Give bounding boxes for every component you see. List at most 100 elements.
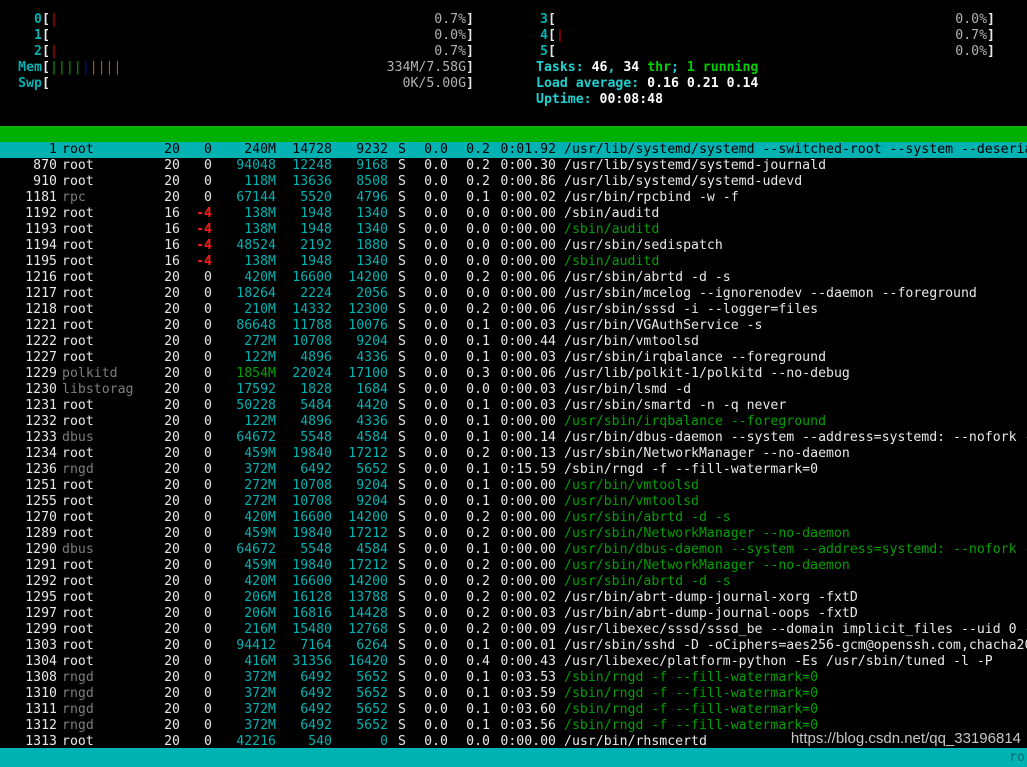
cell-command: /usr/bin/abrt-dump-journal-oops -fxtD	[564, 606, 858, 621]
table-row[interactable]: 1181 rpc 20 0 67144 5520 4796 S 0.0 0.1 0:00.02/us…	[0, 190, 1027, 206]
cell-time: 0:00.13	[500, 446, 556, 461]
cell-pid: 1222	[25, 334, 57, 349]
cell-time: 0:00.00	[500, 494, 556, 509]
cell-time: 0:00.00	[500, 478, 556, 493]
cell-pri: 20	[164, 462, 180, 477]
cell-pri: 20	[164, 270, 180, 285]
cell-shr: 14200	[348, 270, 388, 285]
cell-command: /usr/lib/polkit-1/polkitd --no-debug	[564, 366, 850, 381]
table-row[interactable]: 870 root 20 0 94048 12248 9168 S 0.0 0.2 0:00.30/u…	[0, 158, 1027, 174]
table-row[interactable]: 1292 root 20 0 420M 16600 14200 S 0.0 0.2 0:00.00 /…	[0, 574, 1027, 590]
cell-virt: 48524	[236, 238, 276, 253]
cell-pri: 20	[164, 174, 180, 189]
memory-meter-gauge: |||||||||	[49, 60, 122, 75]
table-row[interactable]: 1303 root 20 0 94412 7164 6264 S 0.0 0.1 0:00.01/u…	[0, 638, 1027, 654]
cell-user: root	[62, 302, 94, 317]
cell-shr: 1340	[356, 222, 388, 237]
table-row[interactable]: 1236 rngd 20 0 372M 6492 5652 S 0.0 0.1 0:15.59/sb…	[0, 462, 1027, 478]
table-row[interactable]: 1194 root 16 -4 48524 2192 1880 S 0.0 0.0 0:00.00 /…	[0, 238, 1027, 254]
bracket-open: [	[42, 76, 50, 91]
cell-state: S	[398, 286, 406, 301]
cell-user: root	[62, 622, 94, 637]
cell-cpu-percent: 0.0	[424, 686, 448, 701]
table-row[interactable]: 1230 libstorag 20 0 17592 1828 1684 S 0.0 0.0 0:00…	[0, 382, 1027, 398]
cell-cpu-percent: 0.0	[424, 174, 448, 189]
cpu-meter-5-gauge	[556, 44, 564, 60]
cell-command: /usr/sbin/sshd -D -oCiphers=aes256-gcm@o…	[564, 638, 1027, 653]
table-row[interactable]: 1304 root 20 0 416M 31356 16420 S 0.0 0.4 0:00.43 /…	[0, 654, 1027, 670]
cpu-meter-2-gauge: |	[49, 44, 58, 59]
cell-mem-percent: 0.1	[466, 398, 490, 413]
cell-pri: 20	[164, 318, 180, 333]
table-row[interactable]: 1 root 20 0 240M 14728 9232 S 0.0 0.2 0:01.92/usr/…	[0, 142, 1027, 158]
table-row[interactable]: 1290 dbus 20 0 64672 5548 4584 S 0.0 0.1 0:00.00/u…	[0, 542, 1027, 558]
table-row[interactable]: 1234 root 20 0 459M 19840 17212 S 0.0 0.2 0:00.13 /…	[0, 446, 1027, 462]
table-row[interactable]: 1222 root 20 0 272M 10708 9204 S 0.0 0.1 0:00.44/u…	[0, 334, 1027, 350]
cell-ni: 0	[204, 382, 212, 397]
table-row[interactable]: 1195 root 16 -4 138M 1948 1340 S 0.0 0.0 0:00.00/s…	[0, 254, 1027, 270]
cell-ni: 0	[204, 622, 212, 637]
cell-virt: 122M	[244, 414, 276, 429]
tasks-sep-2: ;	[671, 60, 687, 75]
cell-time: 0:00.00	[500, 414, 556, 429]
table-row[interactable]: 1311 rngd 20 0 372M 6492 5652 S 0.0 0.1 0:03.60/sb…	[0, 702, 1027, 718]
table-row[interactable]: 1310 rngd 20 0 372M 6492 5652 S 0.0 0.1 0:03.59/sb…	[0, 686, 1027, 702]
table-row[interactable]: 1295 root 20 0 206M 16128 13788 S 0.0 0.2 0:00.02 /…	[0, 590, 1027, 606]
cell-virt: 64672	[236, 542, 276, 557]
table-row[interactable]: 1216 root 20 0 420M 16600 14200 S 0.0 0.2 0:00.06 /…	[0, 270, 1027, 286]
cell-mem-percent: 0.1	[466, 478, 490, 493]
table-row[interactable]: 1291 root 20 0 459M 19840 17212 S 0.0 0.2 0:00.00 /…	[0, 558, 1027, 574]
table-row[interactable]: 1229 polkitd 20 0 1854M 22024 17100 S 0.0 0.3 0:00…	[0, 366, 1027, 382]
cell-user: root	[62, 254, 94, 269]
cell-pri: 20	[164, 638, 180, 653]
cell-ni: -4	[196, 222, 212, 237]
table-row[interactable]: 1193 root 16 -4 138M 1948 1340 S 0.0 0.0 0:00.00/s…	[0, 222, 1027, 238]
table-row[interactable]: 910 root 20 0 118M 13636 8508 S 0.0 0.2 0:00.86/us…	[0, 174, 1027, 190]
bracket-open: [	[548, 12, 556, 27]
table-row[interactable]: 1221 root 20 0 86648 11788 10076 S 0.0 0.1 0:00.03…	[0, 318, 1027, 334]
cpu-meter-1-label: 1	[34, 28, 42, 43]
cell-pri: 20	[164, 430, 180, 445]
cell-res: 10708	[292, 478, 332, 493]
cell-user: root	[62, 510, 94, 525]
cell-mem-percent: 0.2	[466, 574, 490, 589]
cell-shr: 4336	[356, 414, 388, 429]
cell-pid: 1270	[25, 510, 57, 525]
cell-virt: 459M	[244, 558, 276, 573]
table-row[interactable]: 1308 rngd 20 0 372M 6492 5652 S 0.0 0.1 0:03.53/sb…	[0, 670, 1027, 686]
cell-shr: 4420	[356, 398, 388, 413]
table-row[interactable]: 1299 root 20 0 216M 15480 12768 S 0.0 0.2 0:00.09 /…	[0, 622, 1027, 638]
cell-user: root	[62, 446, 94, 461]
cell-cpu-percent: 0.0	[424, 718, 448, 733]
cell-res: 6492	[300, 718, 332, 733]
cell-command: /usr/bin/VGAuthService -s	[564, 318, 763, 333]
load-average-5min: 0.21	[686, 76, 719, 91]
cell-state: S	[398, 542, 406, 557]
cell-res: 16600	[292, 510, 332, 525]
table-row[interactable]: 1218 root 20 0 210M 14332 12300 S 0.0 0.2 0:00.06 /…	[0, 302, 1027, 318]
cell-time: 0:00.00	[500, 558, 556, 573]
cell-mem-percent: 0.2	[466, 174, 490, 189]
memory-meter: Mem[||||||||| 334M/7.58G]	[0, 60, 506, 76]
table-row[interactable]: 1289 root 20 0 459M 19840 17212 S 0.0 0.2 0:00.00 /…	[0, 526, 1027, 542]
cell-mem-percent: 0.0	[466, 254, 490, 269]
table-row[interactable]: 1231 root 20 0 50228 5484 4420 S 0.0 0.1 0:00.03/u…	[0, 398, 1027, 414]
table-row[interactable]: 1192 root 16 -4 138M 1948 1340 S 0.0 0.0 0:00.00/s…	[0, 206, 1027, 222]
cell-state: S	[398, 638, 406, 653]
table-row[interactable]: 1232 root 20 0 122M 4896 4336 S 0.0 0.1 0:00.00/us…	[0, 414, 1027, 430]
table-row[interactable]: 1217 root 20 0 18264 2224 2056 S 0.0 0.0 0:00.00/u…	[0, 286, 1027, 302]
cell-res: 6492	[300, 670, 332, 685]
table-row[interactable]: 1251 root 20 0 272M 10708 9204 S 0.0 0.1 0:00.00/u…	[0, 478, 1027, 494]
cell-virt: 372M	[244, 670, 276, 685]
table-row[interactable]: 1227 root 20 0 122M 4896 4336 S 0.0 0.1 0:00.03/us…	[0, 350, 1027, 366]
table-row[interactable]: 1233 dbus 20 0 64672 5548 4584 S 0.0 0.1 0:00.14/u…	[0, 430, 1027, 446]
table-row[interactable]: 1255 root 20 0 272M 10708 9204 S 0.0 0.1 0:00.00/u…	[0, 494, 1027, 510]
table-row[interactable]: 1270 root 20 0 420M 16600 14200 S 0.0 0.2 0:00.00 /…	[0, 510, 1027, 526]
cell-time: 0:00.06	[500, 366, 556, 381]
cell-state: S	[398, 558, 406, 573]
cell-res: 6492	[300, 462, 332, 477]
table-row[interactable]: 1297 root 20 0 206M 16816 14428 S 0.0 0.2 0:00.03 /…	[0, 606, 1027, 622]
cell-ni: 0	[204, 302, 212, 317]
cell-ni: 0	[204, 462, 212, 477]
cpu-meter-4-gauge: |	[555, 28, 564, 43]
